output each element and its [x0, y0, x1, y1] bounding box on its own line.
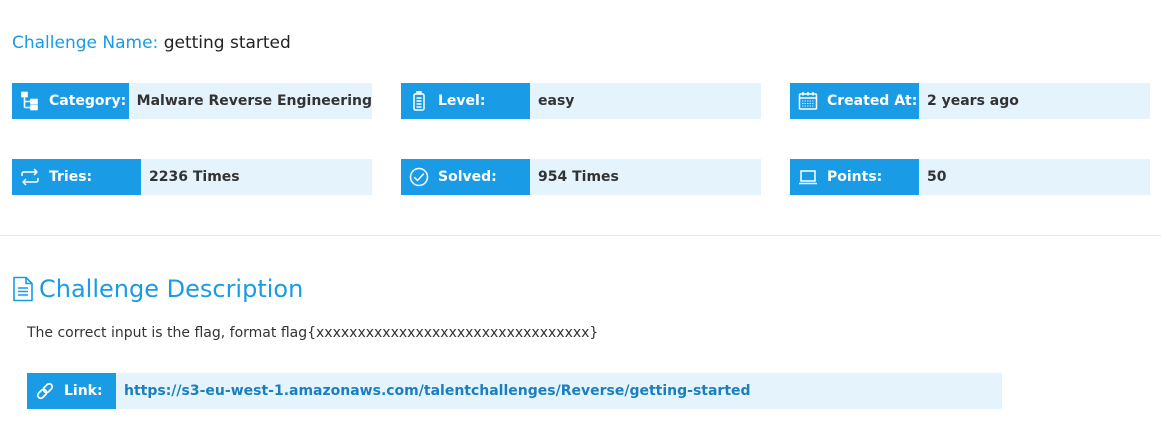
created-box: Created At: 2 years ago: [790, 83, 1150, 119]
document-icon: [13, 276, 33, 302]
check-circle-icon: [409, 167, 429, 187]
points-value: 50: [919, 159, 1150, 195]
points-label-cell: Points:: [790, 159, 919, 195]
sitemap-icon: [21, 91, 38, 111]
link-label-cell: Link:: [27, 373, 116, 409]
created-label-cell: Created At:: [790, 83, 919, 119]
solved-label-cell: Solved:: [401, 159, 530, 195]
solved-label: Solved:: [438, 169, 497, 185]
section-divider: [0, 235, 1161, 236]
description-heading: Challenge Description: [12, 274, 303, 304]
level-label: Level:: [438, 93, 486, 109]
calendar-icon: [798, 92, 818, 110]
points-label: Points:: [827, 169, 883, 185]
description-text: The correct input is the flag, format fl…: [27, 325, 599, 341]
link-icon: [36, 382, 54, 400]
laptop-icon: [799, 170, 817, 185]
tries-label-cell: Tries:: [12, 159, 141, 195]
challenge-link[interactable]: https://s3-eu-west-1.amazonaws.com/talen…: [116, 373, 1002, 409]
level-box: Level: easy: [401, 83, 761, 119]
repeat-icon: [21, 168, 39, 186]
category-label: Category:: [49, 93, 127, 109]
tries-label: Tries:: [49, 169, 93, 185]
created-label: Created At:: [827, 93, 918, 109]
level-value: easy: [530, 83, 761, 119]
challenge-name-label: Challenge Name:: [12, 33, 159, 53]
tries-box: Tries: 2236 Times: [12, 159, 372, 195]
level-label-cell: Level:: [401, 83, 530, 119]
battery-icon: [413, 91, 425, 111]
solved-value: 954 Times: [530, 159, 761, 195]
solved-box: Solved: 954 Times: [401, 159, 761, 195]
description-heading-text: Challenge Description: [39, 275, 304, 303]
challenge-name-value: getting started: [163, 33, 291, 53]
category-label-cell: Category:: [12, 83, 129, 119]
created-value: 2 years ago: [919, 83, 1150, 119]
challenge-name: Challenge Name: getting started: [12, 32, 291, 54]
link-row: Link: https://s3-eu-west-1.amazonaws.com…: [27, 373, 1002, 409]
tries-value: 2236 Times: [141, 159, 372, 195]
category-box: Category: Malware Reverse Engineering: [12, 83, 372, 119]
category-value: Malware Reverse Engineering: [128, 83, 372, 119]
info-row-1: Category: Malware Reverse Engineering Le…: [12, 83, 1150, 119]
info-row-2: Tries: 2236 Times Solved: 954 Times Poin…: [12, 159, 1150, 195]
points-box: Points: 50: [790, 159, 1150, 195]
link-label: Link:: [64, 383, 103, 399]
